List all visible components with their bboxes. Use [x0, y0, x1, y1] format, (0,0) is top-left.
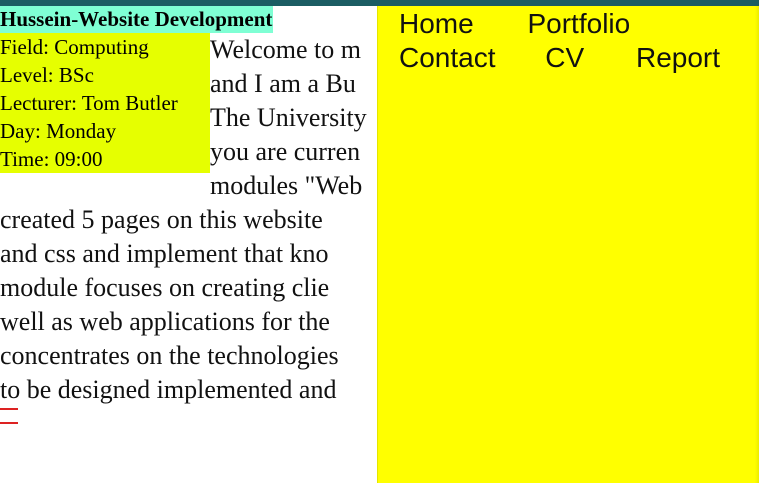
intro-line: well as web applications for the	[0, 307, 330, 336]
nav-row: Contact CV Report	[399, 41, 720, 75]
nav-link-contact[interactable]: Contact	[399, 41, 496, 75]
intro-line: module focuses on creating clie	[0, 273, 330, 302]
intro-line: modules "Web	[210, 171, 363, 200]
intro-line: created 5 pages on this website	[0, 205, 323, 234]
nav-link-portfolio[interactable]: Portfolio	[527, 7, 630, 41]
nav-panel: Home Portfolio Contact CV Report	[378, 6, 759, 483]
module-time: Time: 09:00	[0, 147, 103, 171]
module-lecturer: Lecturer: Tom Butler	[0, 91, 178, 115]
nav-row: Home Portfolio	[399, 7, 630, 41]
nav-link-report[interactable]: Report	[636, 41, 720, 75]
module-day: Day: Monday	[0, 119, 117, 143]
main-content: Field: Computing Level: BSc Lecturer: To…	[0, 33, 378, 433]
nav-link-cv[interactable]: CV	[545, 41, 584, 75]
intro-line: concentrates on the technologies	[0, 341, 339, 370]
site-title: Hussein-Website Development	[0, 6, 274, 33]
module-level: Level: BSc	[0, 63, 94, 87]
nav-link-home[interactable]: Home	[399, 7, 474, 41]
red-underline-mark	[0, 408, 18, 424]
intro-line: and css and implement that kno	[0, 239, 329, 268]
module-field: Field: Computing	[0, 35, 149, 59]
intro-line: to be designed implemented and	[0, 375, 337, 404]
module-info-box: Field: Computing Level: BSc Lecturer: To…	[0, 33, 210, 173]
